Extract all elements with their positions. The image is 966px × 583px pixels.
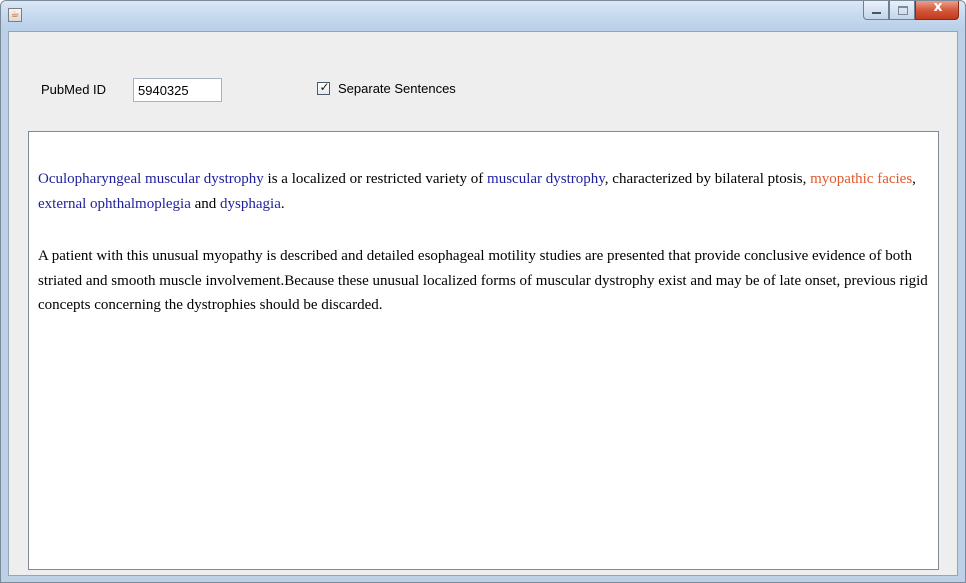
maximize-icon[interactable] (889, 1, 915, 20)
app-window: ☕ PubMed ID ✓ Separate Sentences Oculoph… (0, 0, 966, 583)
main-panel: PubMed ID ✓ Separate Sentences Oculophar… (8, 31, 958, 576)
text-segment: is a localized or restricted variety of (263, 171, 488, 187)
check-mark-icon: ✓ (319, 80, 330, 94)
query-form: PubMed ID ✓ Separate Sentences (9, 32, 957, 130)
pubmed-id-input[interactable] (133, 78, 222, 102)
java-cup-icon[interactable]: ☕ (8, 8, 22, 22)
entity-myopathic-facies: myopathic facies (810, 171, 913, 187)
entity-muscular-dystrophy: muscular dystrophy (487, 171, 605, 187)
text-segment: and (190, 195, 221, 212)
text-segment: . (280, 195, 285, 212)
entity-oculopharyngeal-muscular-dystrophy: Oculopharyngeal muscular dystrophy (38, 171, 264, 187)
minimize-icon[interactable] (863, 1, 889, 20)
title-bar[interactable]: ☕ (1, 1, 965, 31)
text-segment: A patient with this unusual myopathy is … (38, 248, 928, 313)
separate-sentences-checkbox[interactable]: ✓ Separate Sentences (317, 80, 456, 96)
close-icon[interactable] (915, 1, 960, 20)
abstract-text-pane[interactable]: Oculopharyngeal muscular dystrophy is a … (28, 131, 939, 570)
entity-external-ophthalmoplegia: external ophthalmoplegia (38, 195, 191, 212)
pubmed-id-label: PubMed ID (41, 82, 107, 97)
abstract-paragraph-1: Oculopharyngeal muscular dystrophy is a … (38, 167, 942, 216)
abstract-paragraph-2: A patient with this unusual myopathy is … (38, 244, 942, 318)
entity-dysphagia: dysphagia (220, 195, 281, 212)
separate-sentences-label[interactable]: Separate Sentences (338, 81, 456, 96)
text-segment: , characterized by bilateral ptosis, (604, 171, 811, 187)
text-segment: , (912, 171, 916, 187)
checkbox-icon[interactable]: ✓ (317, 80, 330, 95)
caption-buttons (863, 1, 960, 21)
